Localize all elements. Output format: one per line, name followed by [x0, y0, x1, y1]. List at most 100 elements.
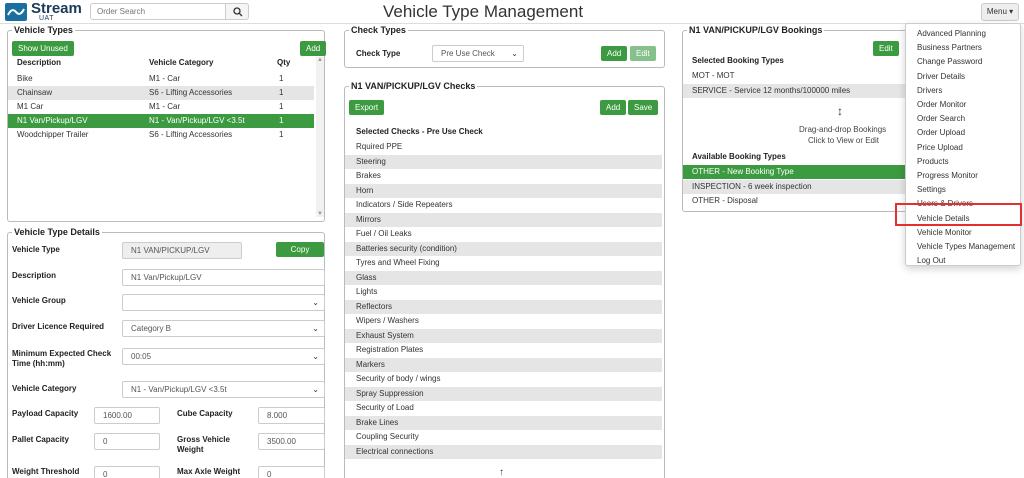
list-item[interactable]: Glass [345, 270, 662, 285]
edit-check-type-button[interactable]: Edit [630, 46, 656, 61]
save-checks-button[interactable]: Save [628, 100, 659, 115]
list-item[interactable]: Tyres and Wheel Fixing [345, 256, 662, 270]
menu-item[interactable]: Progress Monitor [906, 169, 1020, 183]
menu-item[interactable]: Drivers [906, 84, 1020, 98]
add-check-button[interactable]: Add [600, 100, 627, 115]
menu-item[interactable]: Settings [906, 183, 1020, 197]
bookings-legend: N1 VAN/PICKUP/LGV Bookings [687, 25, 825, 35]
menu-item[interactable]: Order Monitor [906, 98, 1020, 112]
list-item[interactable]: Horn [345, 183, 662, 198]
table-row[interactable]: Woodchipper Trailer S6 - Lifting Accessor… [8, 128, 314, 142]
copy-type-button[interactable]: Copy Type [276, 242, 324, 269]
list-item[interactable]: OTHER - Disposal [683, 194, 916, 208]
cube-capacity-input[interactable]: 8.000 [258, 407, 325, 424]
list-item[interactable]: INSPECTION - 6 week inspection [683, 179, 916, 194]
min-check-time-label: Minimum Expected Check Time (hh:mm) [12, 349, 112, 368]
stream-logo[interactable]: Stream UAT [5, 0, 85, 22]
list-item[interactable]: Registration Plates [345, 343, 662, 357]
table-row[interactable]: Chainsaw S6 - Lifting Accessories 1 [8, 86, 314, 100]
vehicle-group-label: Vehicle Group [12, 296, 66, 305]
payload-capacity-input[interactable]: 1600.00 [94, 407, 160, 424]
list-item[interactable]: Markers [345, 357, 662, 372]
menu-item[interactable]: Advanced Planning [906, 27, 1020, 41]
list-item[interactable]: Batteries security (condition) [345, 241, 662, 256]
table-header: Description Vehicle Category Qty [8, 56, 314, 70]
edit-bookings-button[interactable]: Edit [873, 41, 899, 56]
description-input[interactable]: N1 Van/Pickup/LGV [122, 269, 325, 286]
list-item[interactable]: Rquired PPE [345, 140, 662, 154]
list-item[interactable]: Wipers / Washers [345, 314, 662, 328]
table-row[interactable]: Bike M1 - Car 1 [8, 72, 314, 86]
menu-item[interactable]: Business Partners [906, 41, 1020, 55]
list-item[interactable]: Indicators / Side Repeaters [345, 198, 662, 212]
search-button[interactable] [225, 3, 249, 20]
check-type-select[interactable]: Pre Use Check ⌄ [432, 45, 524, 62]
menu-item[interactable]: Price Upload [906, 141, 1020, 155]
main-menu-dropdown: Advanced Planning Business Partners Change… [905, 23, 1021, 266]
vehicle-type-details-legend: Vehicle Type Details [12, 227, 102, 237]
check-type-label: Check Type [356, 49, 401, 58]
list-item[interactable]: Brakes [345, 169, 662, 183]
list-item[interactable]: Coupling Security [345, 430, 662, 444]
list-item[interactable]: Electrical connections [345, 444, 662, 459]
menu-item[interactable]: Log Out [906, 254, 1020, 268]
pallet-capacity-input[interactable]: 0 [94, 433, 160, 450]
check-types-legend: Check Types [349, 25, 408, 35]
order-search-input[interactable] [90, 3, 226, 20]
list-item[interactable]: SERVICE - Service 12 months/100000 miles [683, 83, 916, 98]
scroll-down-icon[interactable]: ▼ [316, 211, 324, 217]
list-item[interactable]: Brake Lines [345, 415, 662, 430]
menu-item[interactable]: Products [906, 155, 1020, 169]
list-item[interactable]: Reflectors [345, 299, 662, 314]
menu-item[interactable]: Vehicle Monitor [906, 226, 1020, 240]
weight-threshold-input[interactable]: 0 [94, 466, 160, 478]
gross-vehicle-weight-input[interactable]: 3500.00 [258, 433, 325, 450]
list-item[interactable]: Spray Suppression [345, 386, 662, 401]
list-item[interactable]: MOT - MOT [683, 69, 916, 83]
max-axle-weight-input[interactable]: 0 [258, 466, 325, 478]
check-item-label: Batteries security (condition) [356, 243, 457, 253]
list-item[interactable]: Fuel / Oil Leaks [345, 227, 662, 241]
app-header: Stream UAT Vehicle Type Management Menu … [0, 0, 1024, 24]
table-row[interactable]: N1 Van/Pickup/LGV N1 - Van/Pickup/LGV <3.… [8, 114, 314, 128]
menu-item[interactable]: Order Upload [906, 126, 1020, 140]
drag-drop-icon: ↕ [837, 104, 843, 118]
list-item[interactable]: Security of body / wings [345, 372, 662, 386]
gross-vehicle-weight-label: Gross Vehicle Weight [177, 435, 230, 454]
vehicle-category-select[interactable]: N1 - Van/Pickup/LGV <3.5t ⌄ [122, 381, 325, 398]
pallet-capacity-label: Pallet Capacity [12, 435, 69, 444]
vehicle-types-scrollbar[interactable]: ▲ ▼ [316, 57, 324, 217]
check-types-panel: Check Types Check Type Pre Use Check ⌄ Ad… [344, 25, 665, 68]
min-check-time-value: 00:05 [131, 352, 152, 361]
min-check-time-select[interactable]: 00:05 ⌄ [122, 348, 325, 365]
booking-item-label: SERVICE - Service 12 months/100000 miles [692, 85, 851, 95]
show-unused-button[interactable]: Show Unused [12, 41, 74, 56]
check-item-label: Wipers / Washers [356, 316, 419, 325]
driver-licence-select[interactable]: Category B ⌄ [122, 320, 325, 337]
scroll-up-icon[interactable]: ▲ [316, 57, 324, 63]
vehicle-group-select[interactable]: ⌄ [122, 294, 325, 311]
vehicle-type-details-panel: Vehicle Type Details Vehicle Type N1 VAN… [7, 227, 325, 478]
logo-subtext: UAT [39, 15, 54, 22]
available-bookings-heading: Available Booking Types [692, 152, 786, 161]
menu-button[interactable]: Menu ▾ [981, 3, 1019, 21]
menu-item[interactable]: Driver Details [906, 70, 1020, 84]
stream-logo-icon [5, 3, 27, 21]
menu-item[interactable]: Vehicle Types Management [906, 240, 1020, 254]
list-item[interactable]: OTHER - New Booking Type [683, 165, 916, 179]
check-item-label: Steering [356, 156, 386, 166]
list-item[interactable]: Exhaust System [345, 328, 662, 343]
list-item[interactable]: Lights [345, 285, 662, 299]
add-vehicle-type-button[interactable]: Add [300, 41, 327, 56]
booking-item-label: INSPECTION - 6 week inspection [692, 181, 812, 191]
add-check-type-button[interactable]: Add [601, 46, 628, 61]
list-item[interactable]: Mirrors [345, 212, 662, 227]
export-button[interactable]: Export [349, 100, 385, 115]
table-row[interactable]: M1 Car M1 - Car 1 [8, 100, 314, 114]
menu-item[interactable]: Order Search [906, 112, 1020, 126]
menu-item[interactable]: Change Password [906, 55, 1020, 69]
cell-vehicle-category: M1 - Car [149, 74, 181, 83]
list-item[interactable]: Security of Load [345, 401, 662, 415]
list-item[interactable]: Steering [345, 154, 662, 169]
check-item-label: Lights [356, 287, 378, 296]
